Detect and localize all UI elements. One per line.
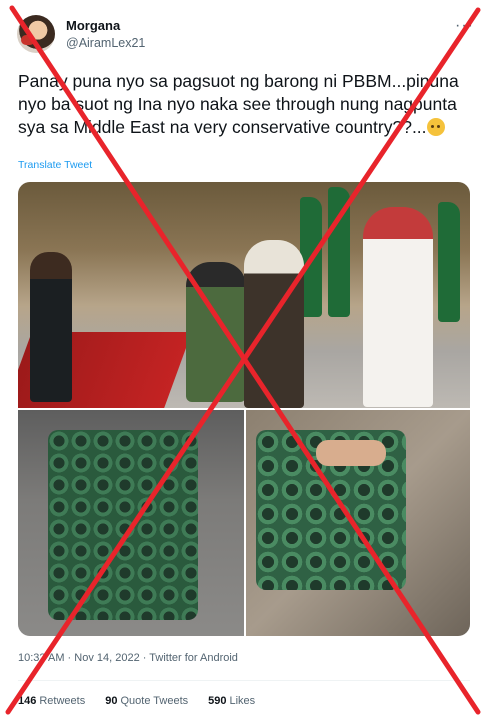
flag [328, 187, 350, 317]
user-handle[interactable]: @AiramLex21 [66, 36, 145, 50]
quote-tweets-stat[interactable]: 90 Quote Tweets [105, 695, 188, 707]
divider [18, 680, 470, 681]
person-left [30, 252, 72, 402]
tweet-stats: 146 Retweets 90 Quote Tweets 590 Likes [18, 695, 255, 707]
display-name[interactable]: Morgana [66, 18, 120, 33]
person-woman-green-dress [186, 262, 246, 402]
retweets-label: Retweets [39, 695, 86, 707]
quote-label: Quote Tweets [120, 695, 189, 707]
retweets-count: 146 [18, 695, 37, 707]
thinking-face-emoji [426, 118, 445, 136]
translate-tweet-link[interactable]: Translate Tweet [18, 159, 92, 171]
photo-skirt-detail[interactable] [18, 410, 244, 636]
tweet-text-body: Panay puna nyo sa pagsuot ng barong ni P… [18, 71, 459, 137]
likes-stat[interactable]: 590 Likes [208, 695, 255, 707]
likes-count: 590 [208, 695, 227, 707]
flag [438, 202, 460, 322]
ellipsis-icon[interactable]: ··· [455, 17, 474, 35]
avatar[interactable] [17, 15, 55, 53]
media-grid [18, 182, 470, 636]
person-man-right [363, 207, 433, 407]
tweet-card: Morgana @AiramLex21 ··· Panay puna nyo s… [0, 0, 486, 716]
person-man-center [244, 240, 304, 408]
hand [316, 440, 386, 466]
photo-hand-skirt-detail[interactable] [246, 410, 470, 636]
lace-skirt [48, 430, 198, 620]
likes-label: Likes [229, 695, 256, 707]
photo-event[interactable] [18, 182, 470, 408]
tweet-timestamp[interactable]: 10:32 AM · Nov 14, 2022 · Twitter for An… [18, 652, 238, 664]
tweet-text: Panay puna nyo sa pagsuot ng barong ni P… [18, 70, 468, 139]
quote-count: 90 [105, 695, 118, 707]
retweets-stat[interactable]: 146 Retweets [18, 695, 85, 707]
